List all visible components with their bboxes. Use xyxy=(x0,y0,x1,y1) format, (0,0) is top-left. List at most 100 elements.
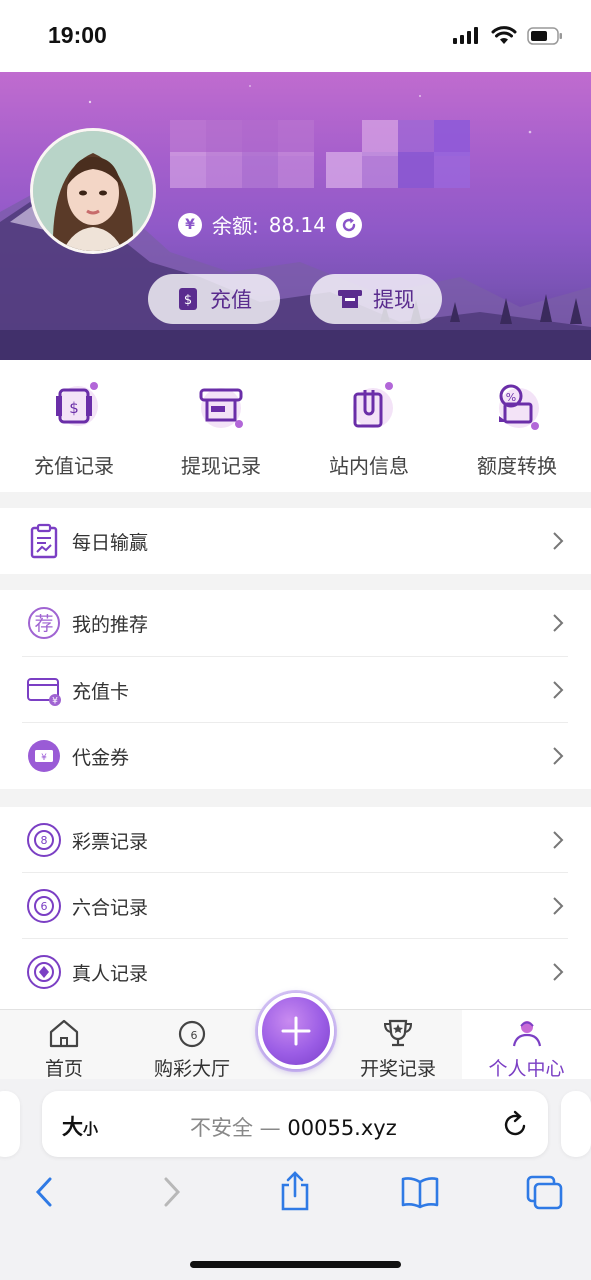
withdraw-label: 提现 xyxy=(373,288,415,312)
poker-chip-icon xyxy=(27,955,61,989)
withdraw-record-icon xyxy=(199,388,243,428)
plus-icon xyxy=(281,1016,311,1046)
svg-text:6: 6 xyxy=(41,900,48,913)
message-icon xyxy=(353,382,393,428)
chevron-right-icon xyxy=(553,747,564,765)
quick-deposit-label: 充值记录 xyxy=(34,454,114,478)
reload-icon[interactable] xyxy=(502,1109,530,1139)
wifi-icon xyxy=(491,26,517,44)
tab-home[interactable]: 首页 xyxy=(0,1010,128,1080)
chevron-right-icon xyxy=(553,532,564,550)
recharge-card-icon: ¥ xyxy=(27,678,61,707)
username-blurred xyxy=(170,120,470,188)
menu-daily-winloss[interactable]: 每日输赢 xyxy=(0,508,591,574)
svg-text:¥: ¥ xyxy=(52,697,58,707)
lottery-hall-icon: 6 xyxy=(178,1020,206,1048)
chevron-right-icon xyxy=(553,897,564,915)
balance-row: ¥ 余额: 88.14 xyxy=(178,210,363,239)
recharge-button[interactable]: $ 充值 xyxy=(148,274,280,324)
liuhe-ball-icon: 6 xyxy=(27,889,61,923)
browser-chrome: 大小 不安全 — 00055.xyz xyxy=(0,1079,591,1280)
chevron-right-icon xyxy=(553,831,564,849)
profile-header: ¥ 余额: 88.14 $ 充值 提现 xyxy=(0,72,591,360)
tab-hall[interactable]: 6 购彩大厅 xyxy=(128,1010,256,1080)
quick-message[interactable]: 站内信息 xyxy=(304,382,434,479)
atm-icon xyxy=(338,290,362,308)
quick-message-label: 站内信息 xyxy=(329,454,409,478)
share-icon[interactable] xyxy=(278,1171,312,1211)
balance-label: 余额: xyxy=(212,214,259,238)
chevron-right-icon xyxy=(553,963,564,981)
address-bar[interactable]: 大小 不安全 — 00055.xyz xyxy=(42,1091,548,1157)
lottery-ball-icon: 8 xyxy=(27,823,61,857)
text-size-button[interactable]: 大小 xyxy=(62,1111,98,1141)
wallet-icon: $ xyxy=(179,288,197,310)
battery-icon xyxy=(527,26,562,45)
menu-referral[interactable]: 荐 我的推荐 xyxy=(0,590,591,656)
menu-daily-label: 每日输赢 xyxy=(72,531,149,554)
url-domain: 00055.xyz xyxy=(287,1116,397,1140)
section-gap xyxy=(0,492,591,508)
menu-liuhe-label: 六合记录 xyxy=(72,896,149,919)
menu-voucher-label: 代金券 xyxy=(72,746,130,769)
menu-voucher[interactable]: ¥ 代金券 xyxy=(0,723,591,789)
signal-icon xyxy=(453,26,478,44)
quick-quota-transfer[interactable]: % 额度转换 xyxy=(452,382,582,479)
svg-text:%: % xyxy=(506,391,516,404)
voucher-icon: ¥ xyxy=(28,740,60,772)
url-text[interactable]: 不安全 — 00055.xyz xyxy=(190,1112,397,1142)
menu-lottery-label: 彩票记录 xyxy=(72,830,149,853)
chevron-right-icon xyxy=(553,681,564,699)
tab-hall-label: 购彩大厅 xyxy=(153,1058,230,1080)
quick-withdraw-label: 提现记录 xyxy=(181,454,261,478)
quick-actions: $ 充值记录 提现记录 站内信息 % 额度转换 xyxy=(0,360,591,492)
deposit-record-icon: $ xyxy=(56,382,98,426)
quick-deposit-record[interactable]: $ 充值记录 xyxy=(9,382,139,479)
status-time: 19:00 xyxy=(48,22,107,48)
user-icon xyxy=(512,1021,541,1047)
next-tab-card[interactable] xyxy=(561,1091,591,1157)
forward-icon[interactable] xyxy=(160,1175,184,1209)
home-indicator xyxy=(190,1261,401,1268)
menu-recharge-card[interactable]: ¥ 充值卡 xyxy=(0,657,591,723)
quota-transfer-icon: % xyxy=(499,384,539,430)
back-icon[interactable] xyxy=(32,1175,56,1209)
previous-tab-card[interactable] xyxy=(0,1091,20,1157)
menu-live-label: 真人记录 xyxy=(72,962,149,985)
svg-text:$: $ xyxy=(69,399,79,417)
menu-liuhe-record[interactable]: 6 六合记录 xyxy=(0,873,591,939)
status-icons xyxy=(453,26,563,45)
svg-text:$: $ xyxy=(184,293,192,308)
center-plus-button[interactable] xyxy=(258,993,334,1069)
tab-draw-label: 开奖记录 xyxy=(359,1058,436,1080)
yen-icon: ¥ xyxy=(178,212,202,237)
tab-profile-label: 个人中心 xyxy=(488,1058,565,1080)
section-gap xyxy=(0,574,591,590)
menu-lottery-record[interactable]: 8 彩票记录 xyxy=(0,807,591,873)
tab-draw[interactable]: 开奖记录 xyxy=(334,1010,462,1080)
refresh-balance-icon[interactable] xyxy=(336,211,363,238)
tab-profile[interactable]: 个人中心 xyxy=(462,1010,591,1080)
chevron-right-icon xyxy=(553,614,564,632)
insecure-label: 不安全 — xyxy=(190,1116,281,1140)
svg-text:6: 6 xyxy=(191,1029,198,1042)
avatar-image xyxy=(33,131,153,251)
quick-quota-label: 额度转换 xyxy=(477,454,557,478)
tab-home-label: 首页 xyxy=(44,1058,83,1080)
home-icon xyxy=(49,1019,79,1048)
quick-withdraw-record[interactable]: 提现记录 xyxy=(156,382,286,479)
trophy-icon xyxy=(383,1019,413,1047)
text-size-big: 大 xyxy=(62,1115,83,1139)
recharge-label: 充值 xyxy=(210,288,252,312)
tabs-icon[interactable] xyxy=(526,1175,564,1211)
balance-value: 88.14 xyxy=(268,212,327,237)
avatar[interactable] xyxy=(30,128,156,254)
text-size-small: 小 xyxy=(83,1120,99,1138)
clipboard-chart-icon xyxy=(30,523,58,559)
svg-text:8: 8 xyxy=(41,834,48,847)
withdraw-button[interactable]: 提现 xyxy=(310,274,442,324)
bookmarks-icon[interactable] xyxy=(400,1175,440,1209)
menu-recharge-card-label: 充值卡 xyxy=(72,680,130,703)
svg-text:荐: 荐 xyxy=(34,613,53,635)
menu-referral-label: 我的推荐 xyxy=(72,613,149,636)
